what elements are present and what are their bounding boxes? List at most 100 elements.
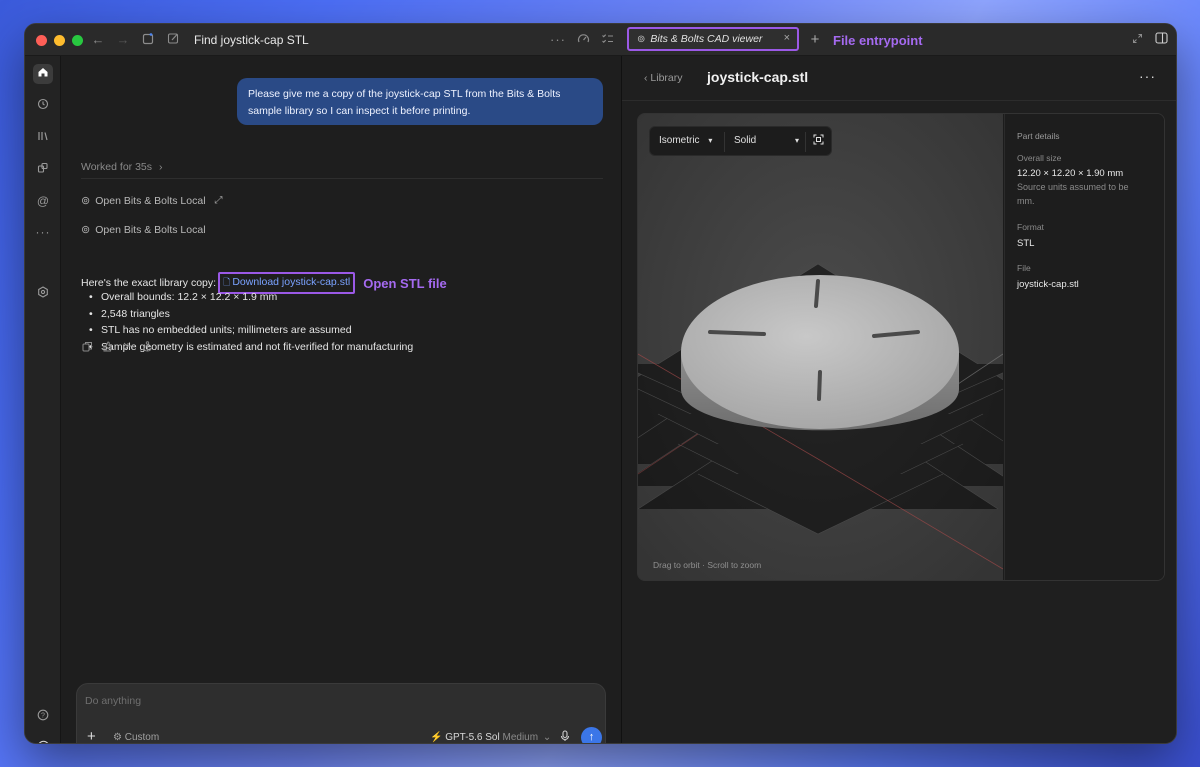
compose-icon[interactable] bbox=[165, 32, 181, 48]
3d-scene bbox=[638, 114, 1059, 580]
divider bbox=[622, 100, 1176, 101]
minimize-window-button[interactable] bbox=[54, 35, 65, 46]
render-mode-select[interactable]: Solid ▾ bbox=[734, 135, 799, 146]
history-icon[interactable] bbox=[33, 96, 53, 116]
branch-icon[interactable] bbox=[122, 341, 133, 355]
window-controls bbox=[36, 35, 83, 46]
worked-for-label: Worked for 35s bbox=[81, 161, 153, 173]
tool-call-row[interactable]: ⊚ Open Bits & Bolts Local bbox=[81, 223, 206, 237]
message-actions bbox=[82, 341, 153, 355]
expand-icon[interactable] bbox=[1129, 32, 1145, 48]
cad-viewer-icon: ⊚ bbox=[637, 33, 646, 45]
app-window: ← → Find joystick-cap STL ··· ⊚ Bits & B… bbox=[24, 23, 1177, 744]
checklist-icon[interactable] bbox=[599, 32, 615, 48]
thread-title: Find joystick-cap STL bbox=[194, 33, 309, 47]
add-attachment-icon[interactable]: + bbox=[87, 728, 96, 743]
model-viewer: Isometric ▾ Solid ▾ Drag to orbit · Scro… bbox=[637, 113, 1165, 581]
view-mode-select[interactable]: Isometric ▾ bbox=[659, 135, 712, 146]
fit-view-icon[interactable] bbox=[813, 134, 824, 148]
divider bbox=[81, 178, 603, 179]
new-tab-icon[interactable]: + bbox=[807, 32, 823, 48]
back-to-library-link[interactable]: ‹ Library bbox=[644, 72, 683, 84]
library-icon[interactable] bbox=[33, 128, 53, 148]
toggle-panel-icon[interactable] bbox=[1153, 32, 1169, 48]
library-label: Library bbox=[650, 72, 683, 84]
file-label: File bbox=[1017, 263, 1031, 273]
viewer-toolbar: Isometric ▾ Solid ▾ bbox=[649, 126, 832, 156]
send-button[interactable]: ↑ bbox=[581, 727, 602, 743]
part-details: Part details Overall size 12.20 × 12.20 … bbox=[1004, 114, 1164, 580]
units-note: Source units assumed to be mm. bbox=[1017, 182, 1129, 206]
chevron-down-icon: ▾ bbox=[795, 136, 800, 145]
anchor-icon[interactable] bbox=[142, 341, 153, 355]
cad-app-icon[interactable] bbox=[33, 284, 53, 304]
user-message-bubble: Please give me a copy of the joystick-ca… bbox=[237, 78, 603, 125]
tool-gear-icon: ⊚ bbox=[81, 195, 91, 207]
chevron-down-icon: ⌄ bbox=[542, 732, 552, 743]
model-name: GPT-5.6 Sol bbox=[445, 732, 500, 743]
svg-text:?: ? bbox=[41, 713, 45, 720]
thumbs-icon[interactable] bbox=[102, 341, 113, 355]
close-tab-icon[interactable]: × bbox=[784, 32, 790, 44]
list-item: STL has no embedded units; millimeters a… bbox=[89, 324, 413, 341]
worked-for-toggle[interactable]: Worked for 35s › bbox=[81, 161, 162, 173]
composer: Do anything + ⚙ Custom ⚡ GPT-5.6 Sol Med… bbox=[76, 683, 606, 743]
divider bbox=[805, 132, 806, 152]
lightning-icon: ⚡ bbox=[430, 732, 443, 743]
tool-gear-icon: ⊚ bbox=[81, 224, 91, 236]
nav-sidebar: @ ··· ? bbox=[25, 56, 61, 743]
tool-call-row[interactable]: ⊚ Open Bits & Bolts Local ⤢ bbox=[81, 194, 223, 208]
3d-canvas[interactable]: Isometric ▾ Solid ▾ Drag to orbit · Scro… bbox=[638, 114, 1059, 580]
settings-gear-icon: ⚙ bbox=[113, 732, 122, 743]
file-title: joystick-cap.stl bbox=[707, 69, 809, 85]
microphone-icon[interactable] bbox=[560, 730, 570, 743]
chevron-right-icon: › bbox=[158, 161, 163, 173]
model-selector[interactable]: ⚡ GPT-5.6 Sol Medium ⌄ bbox=[430, 732, 551, 743]
more-options-icon[interactable]: ··· bbox=[550, 32, 566, 48]
chevron-down-icon: ▾ bbox=[708, 136, 713, 145]
mentions-icon[interactable]: @ bbox=[33, 191, 53, 211]
list-item: 2,548 triangles bbox=[89, 308, 413, 325]
format-label: Format bbox=[1017, 222, 1044, 232]
tool-call-label: Open Bits & Bolts Local bbox=[95, 194, 206, 207]
open-stl-annotation: Open STL file bbox=[363, 275, 447, 291]
viewer-hint: Drag to orbit · Scroll to zoom bbox=[653, 560, 762, 570]
details-heading: Part details bbox=[1017, 131, 1060, 141]
forward-arrow-icon[interactable]: → bbox=[115, 32, 131, 48]
more-options-icon[interactable]: ··· bbox=[1139, 68, 1156, 84]
list-item: Overall bounds: 12.2 × 12.2 × 1.9 mm bbox=[89, 291, 413, 308]
answer-intro: Here's the exact library copy: bbox=[81, 277, 217, 289]
plugins-icon[interactable] bbox=[33, 160, 53, 180]
view-mode-value: Isometric bbox=[659, 135, 700, 146]
file-icon: 🗋 bbox=[223, 277, 231, 287]
tab-label: Bits & Bolts CAD viewer bbox=[650, 33, 763, 45]
zoom-window-button[interactable] bbox=[72, 35, 83, 46]
custom-label: Custom bbox=[124, 732, 160, 743]
render-mode-value: Solid bbox=[734, 135, 757, 146]
back-arrow-icon[interactable]: ← bbox=[90, 32, 106, 48]
format-value: STL bbox=[1017, 238, 1035, 249]
download-link-label: Download joystick-cap.stl bbox=[232, 276, 351, 288]
close-window-button[interactable] bbox=[36, 35, 47, 46]
chat-panel: Please give me a copy of the joystick-ca… bbox=[62, 56, 621, 743]
help-icon[interactable]: ? bbox=[33, 707, 53, 727]
cad-viewer-panel: ‹ Library joystick-cap.stl ··· Isometric… bbox=[622, 56, 1176, 743]
more-nav-icon[interactable]: ··· bbox=[33, 222, 53, 242]
tab-cad-viewer[interactable]: ⊚ Bits & Bolts CAD viewer × bbox=[627, 27, 799, 51]
custom-mode-button[interactable]: ⚙ Custom bbox=[113, 732, 159, 743]
openai-logo-icon[interactable] bbox=[33, 739, 53, 743]
copy-icon[interactable] bbox=[82, 341, 93, 355]
overall-size-label: Overall size bbox=[1017, 153, 1062, 163]
composer-input[interactable]: Do anything bbox=[85, 695, 141, 707]
new-window-icon[interactable] bbox=[140, 32, 156, 48]
overall-size-value: 12.20 × 12.20 × 1.90 mm bbox=[1017, 168, 1124, 179]
title-bar: ← → Find joystick-cap STL ··· ⊚ Bits & B… bbox=[25, 24, 1176, 56]
open-external-icon[interactable]: ⤢ bbox=[215, 195, 223, 206]
divider bbox=[724, 132, 725, 152]
speed-gauge-icon[interactable] bbox=[575, 32, 591, 48]
file-value: joystick-cap.stl bbox=[1017, 279, 1079, 290]
home-icon[interactable] bbox=[33, 64, 53, 84]
effort-label: Medium bbox=[502, 732, 539, 743]
joystick-cap-model bbox=[681, 275, 959, 431]
tool-call-label: Open Bits & Bolts Local bbox=[95, 223, 206, 236]
